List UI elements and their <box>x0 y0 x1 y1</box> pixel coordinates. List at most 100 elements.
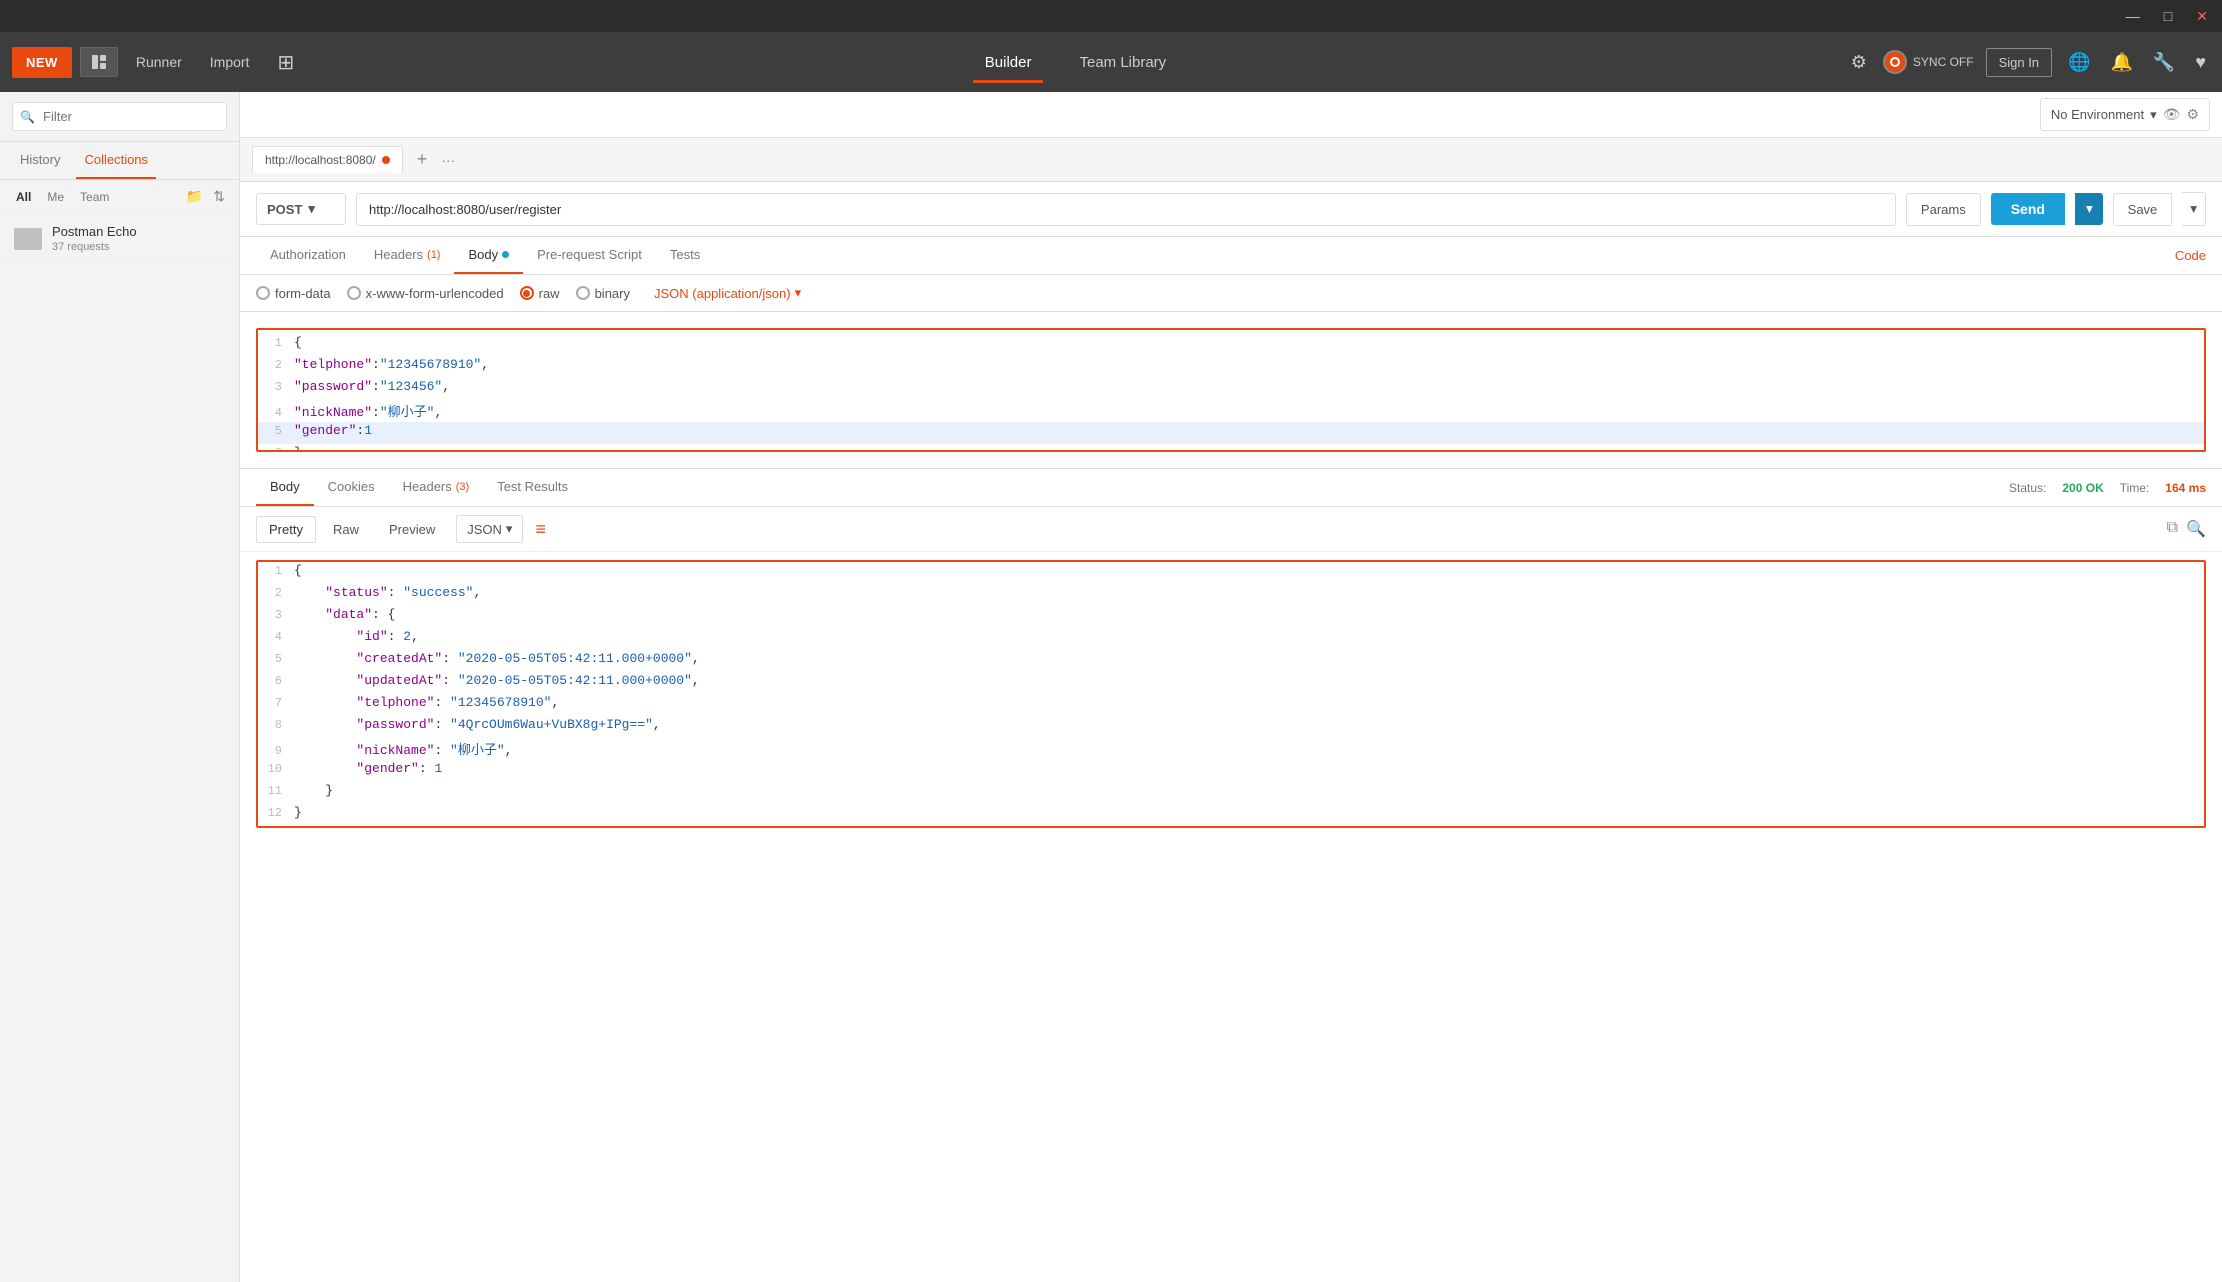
sidebar-tabs: History Collections <box>0 142 239 180</box>
response-format-bar: Pretty Raw Preview JSON ▾ ≡ ⧉ 🔍 <box>240 507 2222 552</box>
sidebar-search-area: 🔍 <box>0 92 239 142</box>
toolbar-right: ⚙ SYNC OFF Sign In 🌐 🔔 🔧 ♥ <box>1847 48 2210 77</box>
new-folder-icon[interactable]: 📁 <box>184 186 205 207</box>
sync-dot <box>1883 50 1907 74</box>
close-button[interactable]: ✕ <box>2190 6 2214 27</box>
option-urlencoded[interactable]: x-www-form-urlencoded <box>347 286 504 301</box>
layout-icon-button[interactable] <box>80 47 118 77</box>
settings-icon[interactable]: ⚙ <box>1847 48 1871 77</box>
time-label: Time: <box>2120 481 2150 495</box>
request-bar: POST ▾ Params Send ▾ Save ▾ <box>240 182 2222 237</box>
sort-icon[interactable]: ⇅ <box>211 186 227 207</box>
search-input[interactable] <box>12 102 227 131</box>
fmt-pretty-button[interactable]: Pretty <box>256 516 316 543</box>
heart-icon[interactable]: ♥ <box>2191 48 2210 77</box>
more-tabs-button[interactable]: ··· <box>441 152 455 168</box>
send-button[interactable]: Send <box>1991 193 2065 225</box>
body-options: form-data x-www-form-urlencoded raw bina… <box>240 275 2222 312</box>
copy-icon[interactable]: ⧉ <box>2167 519 2178 539</box>
maximize-button[interactable]: □ <box>2158 6 2178 26</box>
filter-me[interactable]: Me <box>43 188 68 206</box>
filter-all[interactable]: All <box>12 188 35 206</box>
eye-icon[interactable]: 👁 <box>2163 106 2181 123</box>
code-line: 2 "telphone":"12345678910", <box>258 356 2204 378</box>
fmt-preview-button[interactable]: Preview <box>376 516 448 543</box>
env-select[interactable]: No Environment ▾ 👁 ⚙ <box>2040 98 2210 131</box>
save-button[interactable]: Save <box>2113 193 2173 226</box>
code-line: 1 { <box>258 334 2204 356</box>
new-tab-button[interactable]: ⊞ <box>267 44 304 81</box>
url-tab-text: http://localhost:8080/ <box>265 153 376 167</box>
collection-meta: 37 requests <box>52 241 225 253</box>
add-tab-button[interactable]: + <box>411 147 434 172</box>
runner-button[interactable]: Runner <box>126 48 192 76</box>
body-tab-dot <box>502 251 509 258</box>
request-tabs: Authorization Headers(1) Body Pre-reques… <box>240 237 2222 275</box>
url-input[interactable] <box>356 193 1896 226</box>
send-dropdown-button[interactable]: ▾ <box>2075 193 2103 225</box>
tab-tests[interactable]: Tests <box>656 237 714 274</box>
resp-line: 8 "password": "4QrcOUm6Wau+VuBX8g+IPg=="… <box>258 716 2204 738</box>
fmt-raw-button[interactable]: Raw <box>320 516 372 543</box>
json-type-select[interactable]: JSON (application/json) ▾ <box>654 285 801 301</box>
env-label: No Environment <box>2051 107 2144 122</box>
tab-headers[interactable]: Headers(1) <box>360 237 455 274</box>
request-body-area: 1 { 2 "telphone":"12345678910", 3 "passw… <box>240 312 2222 468</box>
tab-authorization[interactable]: Authorization <box>256 237 360 274</box>
save-dropdown-button[interactable]: ▾ <box>2182 192 2206 226</box>
sign-in-button[interactable]: Sign In <box>1986 48 2052 77</box>
settings-env-icon[interactable]: ⚙ <box>2186 106 2199 123</box>
url-bar-area: http://localhost:8080/ + ··· <box>240 138 2222 182</box>
params-button[interactable]: Params <box>1906 193 1981 226</box>
resp-tab-headers[interactable]: Headers (3) <box>389 469 484 506</box>
sidebar-tab-history[interactable]: History <box>12 142 68 179</box>
resp-line: 5 "createdAt": "2020-05-05T05:42:11.000+… <box>258 650 2204 672</box>
sidebar-actions: 📁 ⇅ <box>184 186 227 207</box>
search-wrapper: 🔍 <box>12 102 227 131</box>
request-code-editor[interactable]: 1 { 2 "telphone":"12345678910", 3 "passw… <box>258 330 2204 450</box>
radio-raw <box>520 286 534 300</box>
bell-icon[interactable]: 🔔 <box>2106 48 2136 77</box>
code-line: 6 } <box>258 444 2204 450</box>
env-dropdown-icon: ▾ <box>2150 107 2157 123</box>
search-resp-icon[interactable]: 🔍 <box>2186 519 2206 539</box>
resp-icons: ⧉ 🔍 <box>2167 519 2206 539</box>
method-select[interactable]: POST ▾ <box>256 193 346 225</box>
new-button[interactable]: NEW <box>12 47 72 78</box>
option-raw[interactable]: raw <box>520 286 560 301</box>
response-status: Status: 200 OK Time: 164 ms <box>2009 481 2206 495</box>
tab-prerequest[interactable]: Pre-request Script <box>523 237 656 274</box>
response-bordered: 1 { 2 "status": "success", 3 "data": { <box>256 560 2206 828</box>
globe-icon[interactable]: 🌐 <box>2064 48 2094 77</box>
tab-body[interactable]: Body <box>454 237 523 274</box>
option-binary[interactable]: binary <box>576 286 630 301</box>
option-form-data[interactable]: form-data <box>256 286 331 301</box>
main-layout: 🔍 History Collections All Me Team 📁 ⇅ Po… <box>0 92 2222 1282</box>
team-library-tab[interactable]: Team Library <box>1067 46 1178 79</box>
radio-form-data <box>256 286 270 300</box>
radio-raw-dot <box>523 290 530 297</box>
resp-json-chevron: ▾ <box>506 521 513 537</box>
wrench-icon[interactable]: 🔧 <box>2149 48 2179 77</box>
toolbar-center: Builder Team Library <box>312 46 1839 79</box>
minimize-button[interactable]: — <box>2120 6 2146 26</box>
import-button[interactable]: Import <box>200 48 260 76</box>
resp-tab-body[interactable]: Body <box>256 469 314 506</box>
sidebar: 🔍 History Collections All Me Team 📁 ⇅ Po… <box>0 92 240 1282</box>
resp-tab-test-results[interactable]: Test Results <box>483 469 582 506</box>
sidebar-tab-collections[interactable]: Collections <box>76 142 156 179</box>
response-tabs: Body Cookies Headers (3) Test Results <box>256 469 582 506</box>
collection-item[interactable]: Postman Echo 37 requests <box>0 214 239 264</box>
url-tab[interactable]: http://localhost:8080/ <box>252 146 403 173</box>
search-icon: 🔍 <box>20 110 35 124</box>
filter-team[interactable]: Team <box>76 188 113 206</box>
resp-json-type-btn[interactable]: JSON ▾ <box>456 515 523 543</box>
url-dot <box>382 156 390 164</box>
status-label: Status: <box>2009 481 2046 495</box>
builder-tab[interactable]: Builder <box>973 46 1044 79</box>
resp-line: 2 "status": "success", <box>258 584 2204 606</box>
resp-tab-cookies[interactable]: Cookies <box>314 469 389 506</box>
filter-icon[interactable]: ≡ <box>527 517 554 542</box>
resp-line: 6 "updatedAt": "2020-05-05T05:42:11.000+… <box>258 672 2204 694</box>
code-link[interactable]: Code <box>2175 238 2206 273</box>
